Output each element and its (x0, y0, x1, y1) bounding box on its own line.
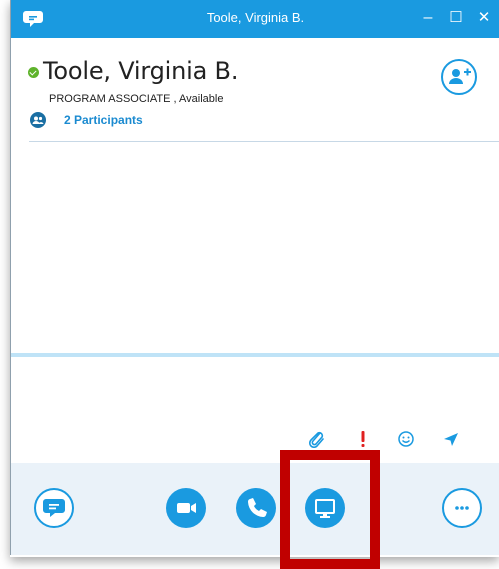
call-button[interactable] (236, 488, 276, 528)
presence-available-icon (28, 67, 39, 78)
add-participant-button[interactable] (441, 59, 477, 95)
maximize-button[interactable]: ☐ (443, 6, 469, 30)
im-button[interactable] (34, 488, 74, 528)
video-camera-icon (177, 503, 196, 513)
message-compose-area[interactable] (11, 357, 499, 463)
participants-icon (30, 112, 46, 128)
present-highlight-frame (280, 450, 380, 569)
emoticon-icon[interactable] (396, 430, 416, 448)
more-options-button[interactable] (442, 488, 482, 528)
ellipsis-icon (455, 506, 469, 510)
participants-label[interactable]: 2 Participants (64, 113, 143, 127)
participants-link[interactable]: 2 Participants (30, 112, 143, 128)
contact-name[interactable]: Toole, Virginia B. (43, 57, 238, 85)
conversation-history[interactable] (11, 142, 499, 353)
title-bar[interactable]: Toole, Virginia B. – ☐ ✕ (11, 0, 499, 38)
attach-icon[interactable] (307, 430, 327, 449)
conversation-window: Toole, Virginia B. – ☐ ✕ Toole, Virginia… (10, 0, 499, 555)
importance-icon[interactable] (353, 430, 373, 448)
chat-bubble-icon (43, 499, 65, 517)
video-button[interactable] (166, 488, 206, 528)
send-icon[interactable] (441, 430, 461, 448)
close-button[interactable]: ✕ (471, 6, 497, 30)
phone-icon (247, 498, 267, 518)
add-person-icon (449, 68, 471, 84)
minimize-button[interactable]: – (415, 6, 441, 30)
contact-title-status: PROGRAM ASSOCIATE , Available (49, 93, 224, 105)
